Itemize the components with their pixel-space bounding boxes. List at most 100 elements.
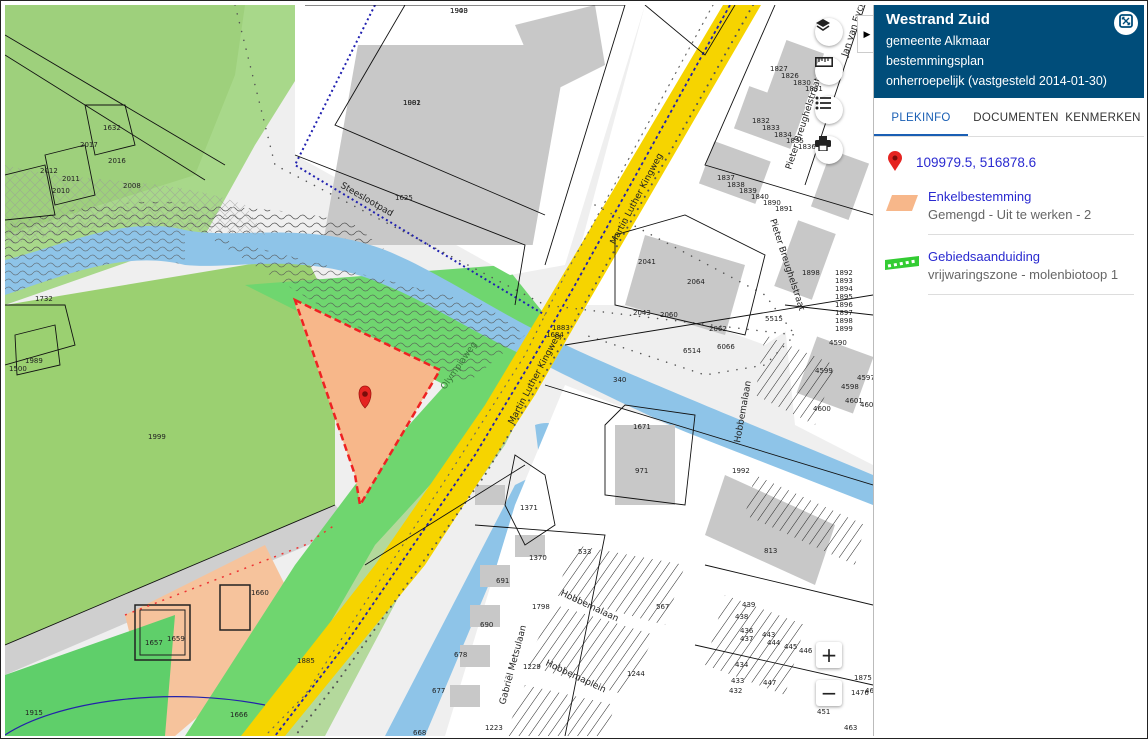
parcel-number: 1666 bbox=[230, 711, 248, 719]
parcel-number: 1901 bbox=[403, 99, 421, 107]
parcel-number: 678 bbox=[454, 651, 467, 659]
parcel-number: 2017 bbox=[80, 141, 98, 149]
parcel-number: 1992 bbox=[732, 467, 750, 475]
parcel-number: 2043 bbox=[633, 309, 651, 317]
parcel-number: 1671 bbox=[633, 423, 651, 431]
app-window: Steeslootpad Martin Luther Kingweg Marti… bbox=[0, 0, 1148, 739]
parcel-number: 1732 bbox=[35, 295, 53, 303]
parcel-number: 2011 bbox=[62, 175, 80, 183]
parcel-number: 1893 bbox=[835, 277, 853, 285]
parcel-number: 445 bbox=[784, 643, 797, 651]
parcel-number: 2010 bbox=[52, 187, 70, 195]
result-item[interactable]: Enkelbestemming Gemengd - Uit te werken … bbox=[874, 175, 1144, 243]
parcel-number: 691 bbox=[496, 577, 509, 585]
parcel-number: 1989 bbox=[25, 357, 43, 365]
tab-plekinfo[interactable]: PLEKINFO bbox=[874, 98, 968, 136]
parcel-number: 4598 bbox=[841, 383, 859, 391]
parcel-number: 2062 bbox=[709, 325, 727, 333]
parcel-number: 1898 bbox=[835, 317, 853, 325]
zoom-in-button[interactable]: + bbox=[816, 642, 842, 668]
parcel-number: 2016 bbox=[108, 157, 126, 165]
parcel-number: 813 bbox=[764, 547, 777, 555]
parcel-number: 1625 bbox=[395, 194, 413, 202]
zoom-out-button[interactable]: − bbox=[816, 680, 842, 706]
parcel-number: 1371 bbox=[520, 504, 538, 512]
parcel-number: 463 bbox=[844, 724, 857, 732]
parcel-number: 1891 bbox=[775, 205, 793, 213]
parcel-number: 1660 bbox=[251, 589, 269, 597]
map-canvas[interactable]: Steeslootpad Martin Luther Kingweg Marti… bbox=[5, 5, 873, 736]
parcel-number: 2064 bbox=[687, 278, 705, 286]
info-panel: Westrand Zuid gemeente Alkmaar bestemmin… bbox=[873, 5, 1144, 736]
parcel-number: 4600 bbox=[813, 405, 831, 413]
parcel-number: 447 bbox=[763, 679, 776, 687]
parcel-number: 1370 bbox=[529, 554, 547, 562]
parcel-number: 1915 bbox=[25, 709, 43, 717]
parcel-number: 6514 bbox=[683, 347, 701, 355]
parcel-number: 1223 bbox=[485, 724, 503, 732]
parcel-number: 1999 bbox=[148, 433, 166, 441]
parcel-number: 5515 bbox=[765, 315, 783, 323]
parcel-number: 439 bbox=[742, 601, 755, 609]
measure-button[interactable] bbox=[815, 57, 843, 85]
result-item[interactable]: Gebiedsaanduiding vrijwaringszone - mole… bbox=[874, 243, 1144, 303]
result-value: Gemengd - Uit te werken - 2 bbox=[928, 207, 1092, 222]
plan-status: onherroepelijk (vastgesteld 2014-01-30) bbox=[886, 74, 1107, 88]
parcel-number: 443 bbox=[762, 631, 775, 639]
coordinate-row: 109979.5, 516878.6 bbox=[874, 137, 1144, 175]
parcel-number: 1229 bbox=[523, 663, 541, 671]
parcel-number: 444 bbox=[767, 639, 781, 647]
parcel-number: 4599 bbox=[815, 367, 833, 375]
green-dotted-line-icon bbox=[884, 249, 920, 277]
parcel-number: 1897 bbox=[835, 309, 853, 317]
panel-collapse-button[interactable]: ▶ bbox=[857, 15, 873, 53]
parcel-number: 1894 bbox=[835, 285, 853, 293]
panel-header: Westrand Zuid gemeente Alkmaar bestemmin… bbox=[874, 5, 1144, 98]
layers-button[interactable] bbox=[815, 18, 843, 46]
parcel-number: 668 bbox=[413, 729, 426, 736]
parcel-number: 340 bbox=[613, 376, 626, 384]
parcel-number: 446 bbox=[799, 647, 813, 655]
coordinates[interactable]: 109979.5, 516878.6 bbox=[916, 155, 1036, 170]
parcel-number: 1892 bbox=[835, 269, 853, 277]
orange-parallelogram-icon bbox=[884, 189, 920, 217]
municipality: gemeente Alkmaar bbox=[886, 34, 991, 48]
parcel-number: 533 bbox=[578, 548, 591, 556]
parcel-number: 677 bbox=[432, 687, 445, 695]
parcel-number: 2041 bbox=[638, 258, 656, 266]
parcel-number: 1632 bbox=[103, 124, 121, 132]
tab-documenten[interactable]: DOCUMENTEN bbox=[968, 98, 1064, 136]
map-pin-icon bbox=[888, 150, 902, 174]
print-button[interactable] bbox=[815, 136, 843, 164]
parcel-number: 434 bbox=[735, 661, 749, 669]
parcel-number: 1836 bbox=[798, 143, 816, 151]
legend-button[interactable] bbox=[815, 96, 843, 124]
expand-icon bbox=[1119, 13, 1133, 33]
plan-type: bestemmingsplan bbox=[886, 54, 984, 68]
parcel-number: 437 bbox=[740, 635, 753, 643]
map-viewer[interactable]: Steeslootpad Martin Luther Kingweg Marti… bbox=[5, 5, 873, 736]
parcel-number: 1896 bbox=[835, 301, 853, 309]
parcel-number: 438 bbox=[735, 613, 748, 621]
parcel-number: 1500 bbox=[9, 365, 27, 373]
parcel-number: 1899 bbox=[835, 325, 853, 333]
parcel-number: 1831 bbox=[805, 85, 823, 93]
parcel-number: 1895 bbox=[835, 293, 853, 301]
result-title[interactable]: Enkelbestemming bbox=[928, 189, 1134, 204]
parcel-number: 1898 bbox=[802, 269, 820, 277]
parcel-number: 971 bbox=[635, 467, 648, 475]
parcel-number: 1244 bbox=[627, 670, 645, 678]
parcel-number: 567 bbox=[656, 603, 669, 611]
parcel-number: 2060 bbox=[660, 311, 678, 319]
parcel-number: 1659 bbox=[167, 635, 185, 643]
parcel-number: 1900 bbox=[450, 7, 468, 15]
expand-button[interactable] bbox=[1114, 11, 1138, 35]
parcel-number: 1657 bbox=[145, 639, 163, 647]
chevron-right-icon: ▶ bbox=[863, 28, 871, 39]
result-title[interactable]: Gebiedsaanduiding bbox=[928, 249, 1134, 264]
parcel-number: 432 bbox=[729, 687, 742, 695]
tab-kenmerken[interactable]: KENMERKEN bbox=[1064, 98, 1142, 136]
parcel-number: 433 bbox=[731, 677, 744, 685]
parcel-number: 1885 bbox=[297, 657, 315, 665]
parcel-number: 1476 bbox=[851, 689, 869, 697]
